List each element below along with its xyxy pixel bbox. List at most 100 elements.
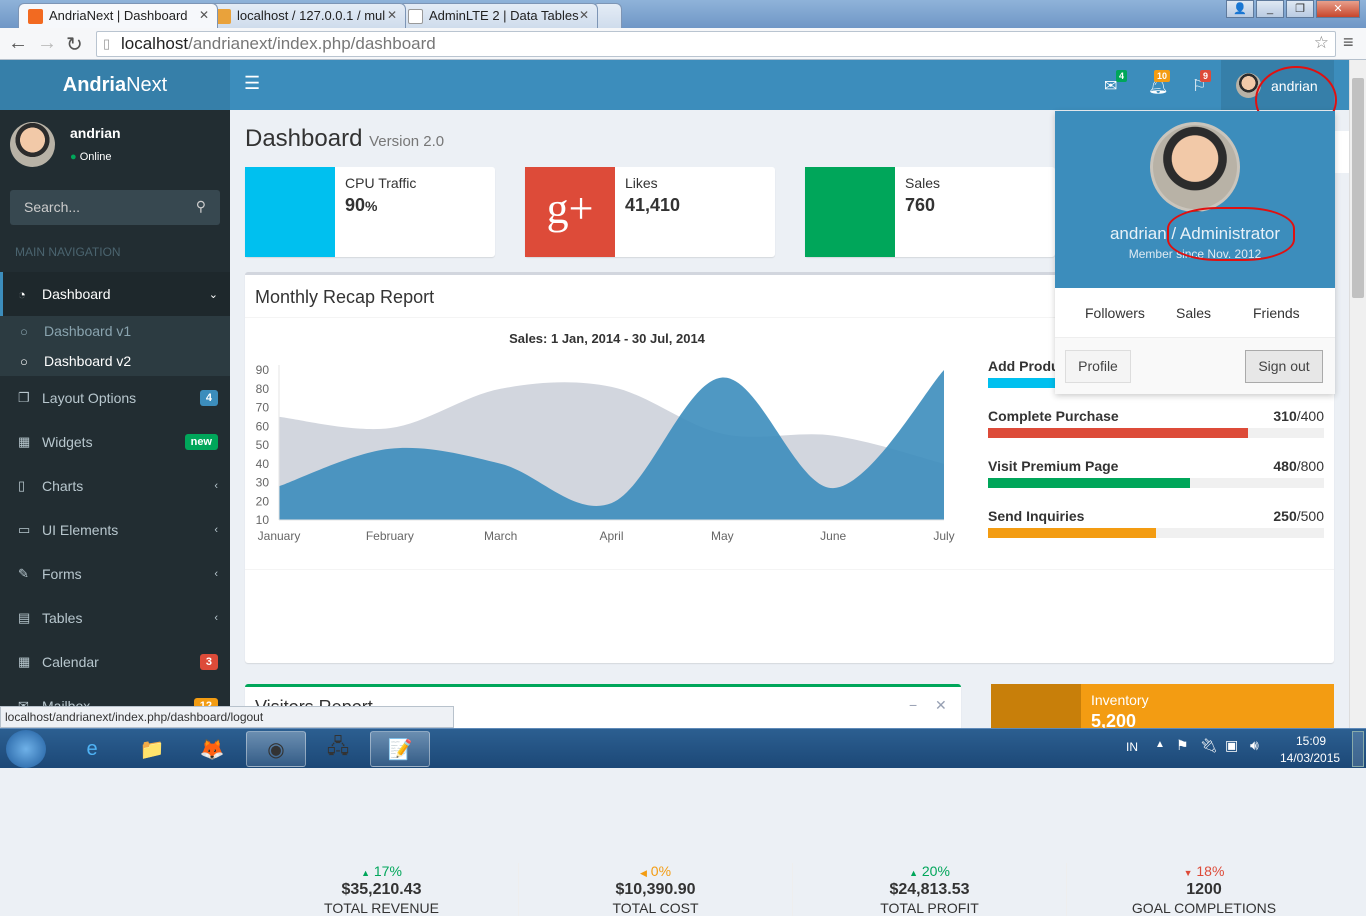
- tray-expand-icon[interactable]: ▲: [1155, 739, 1165, 750]
- maximize-button[interactable]: ❐: [1286, 0, 1314, 18]
- goal-progress: Visit Premium Page 480/800: [988, 458, 1324, 488]
- google-plus-icon: g+: [525, 167, 615, 257]
- box-title: Monthly Recap Report: [255, 287, 435, 307]
- sidebar-item-dashboard[interactable]: ◔ Dashboard ⌄: [0, 272, 230, 316]
- sidebar-item-dashboard-v2[interactable]: ○ Dashboard v2: [0, 346, 230, 376]
- start-button[interactable]: [6, 730, 46, 768]
- close-window-button[interactable]: ✕: [1316, 0, 1360, 18]
- followers-link[interactable]: Followers: [1085, 305, 1145, 321]
- user-menu-toggle[interactable]: andrian: [1221, 60, 1337, 134]
- sales-chart: Sales: 1 Jan, 2014 - 30 Jul, 2014 90 80 70 6…: [256, 331, 955, 543]
- windows-taskbar: e 📁 🦊 ◉ 🖧 📝 IN ▲ ⚑ 🔌︎ ▣ 🔊︎ 15:09 14/03/2…: [0, 728, 1366, 768]
- y-tick-label: 30: [256, 476, 270, 490]
- back-icon[interactable]: ←: [8, 32, 28, 55]
- gear-icon: [245, 167, 335, 257]
- clock-time[interactable]: 15:09: [1296, 734, 1326, 748]
- y-tick-label: 20: [256, 494, 270, 508]
- bell-icon[interactable]: 🔔︎ 10: [1148, 70, 1171, 96]
- caret-left-icon: ◀: [639, 868, 647, 878]
- sidebar-item-forms[interactable]: ✎ Forms ‹: [0, 552, 230, 596]
- goal-progress: Send Inquiries 250/500: [988, 508, 1324, 538]
- show-desktop-button[interactable]: [1352, 731, 1364, 767]
- menu-icon[interactable]: ≡: [1343, 32, 1354, 53]
- logo[interactable]: AndriaNext: [0, 60, 230, 110]
- page-scrollbar[interactable]: [1349, 60, 1366, 728]
- table-icon: ▤: [18, 610, 31, 625]
- user-avatar: [10, 122, 55, 167]
- file-explorer-icon[interactable]: 📁: [122, 731, 182, 767]
- y-tick-label: 80: [256, 382, 270, 396]
- close-tab-icon[interactable]: ✕: [387, 8, 397, 22]
- y-tick-label: 50: [256, 438, 270, 452]
- star-icon[interactable]: ☆: [1314, 33, 1329, 53]
- minimize-icon[interactable]: −: [909, 697, 917, 713]
- sidebar-item-widgets[interactable]: ▦ Widgets new: [0, 420, 230, 464]
- pie-chart-icon: ▯: [18, 478, 26, 493]
- user-icon[interactable]: 👤: [1226, 0, 1254, 18]
- clock-date[interactable]: 14/03/2015: [1280, 751, 1340, 765]
- network-disconnected-icon[interactable]: ▣: [1225, 737, 1238, 754]
- close-tab-icon[interactable]: ✕: [199, 8, 209, 22]
- sidebar-item-dashboard-v1[interactable]: ○ Dashboard v1: [0, 316, 230, 346]
- tab-datatables[interactable]: AdminLTE 2 | Data Tables ✕: [398, 3, 598, 28]
- sidebar-item-calendar[interactable]: ▦ Calendar 3: [0, 640, 230, 684]
- y-tick-label: 10: [256, 513, 270, 527]
- reload-icon[interactable]: ↻: [66, 32, 83, 57]
- sidebar-item-layout-options[interactable]: ❐ Layout Options 4: [0, 376, 230, 420]
- x-tick-label: July: [933, 529, 954, 543]
- chevron-left-icon: ‹: [214, 524, 218, 536]
- friends-link[interactable]: Friends: [1253, 305, 1300, 321]
- close-tab-icon[interactable]: ✕: [579, 8, 589, 22]
- y-tick-label: 70: [256, 401, 270, 415]
- caret-up-icon: ▲: [909, 868, 918, 878]
- chart-title: Sales: 1 Jan, 2014 - 30 Jul, 2014: [509, 331, 706, 346]
- x-tick-label: June: [820, 529, 846, 543]
- goal-progress: Complete Purchase 310/400: [988, 408, 1324, 438]
- sales-link[interactable]: Sales: [1176, 305, 1211, 321]
- user-header: andrian / Administrator Member since Nov…: [1055, 111, 1335, 288]
- network-app-icon[interactable]: 🖧: [308, 731, 368, 767]
- minimize-button[interactable]: _: [1256, 0, 1284, 18]
- laptop-icon: ▭: [18, 522, 31, 537]
- sidebar-item-tables[interactable]: ▤ Tables ‹: [0, 596, 230, 640]
- x-tick-label: May: [711, 529, 734, 543]
- page-icon: [408, 9, 423, 24]
- language-indicator[interactable]: IN: [1126, 740, 1138, 754]
- editor-app-icon[interactable]: 📝: [370, 731, 430, 767]
- chevron-left-icon: ‹: [214, 480, 218, 492]
- volume-icon[interactable]: 🔊︎: [1250, 737, 1259, 754]
- close-icon[interactable]: ✕: [935, 697, 947, 714]
- tab-phpmyadmin[interactable]: localhost / 127.0.0.1 / mul ✕: [206, 3, 406, 28]
- url-input[interactable]: ▯ localhost/andrianext/index.php/dashboar…: [96, 31, 1336, 57]
- sidebar-search-input[interactable]: Search... ⚲: [10, 190, 220, 225]
- sidebar-toggle-icon[interactable]: ☰: [244, 73, 260, 94]
- calendar-icon: ▦: [18, 654, 31, 669]
- status-bar-url: localhost/andrianext/index.php/dashboard…: [0, 706, 454, 728]
- progress-bar: [988, 478, 1190, 488]
- scrollbar-thumb[interactable]: [1352, 78, 1364, 298]
- flag-icon[interactable]: ⚐ 9: [1192, 70, 1212, 96]
- phpmyadmin-icon: [216, 9, 231, 24]
- sidebar-item-charts[interactable]: ▯ Charts ‹: [0, 464, 230, 508]
- forward-icon[interactable]: →: [37, 32, 57, 55]
- sidebar-item-ui-elements[interactable]: ▭ UI Elements ‹: [0, 508, 230, 552]
- status-dot-icon: ●: [70, 151, 77, 163]
- tab-andrianext[interactable]: AndriaNext | Dashboard ✕: [18, 3, 218, 28]
- y-tick-label: 90: [256, 363, 270, 377]
- x-tick-label: January: [258, 529, 301, 543]
- page-title: Dashboard Version 2.0: [245, 125, 445, 152]
- red-annotation-circle: [1167, 207, 1295, 261]
- power-icon[interactable]: 🔌︎: [1200, 737, 1218, 754]
- sign-out-button[interactable]: Sign out: [1245, 350, 1323, 383]
- firefox-icon[interactable]: 🦊: [182, 731, 242, 767]
- x-tick-label: March: [484, 529, 517, 543]
- action-center-flag-icon[interactable]: ⚑: [1176, 737, 1189, 754]
- messages-icon[interactable]: ✉ 4: [1104, 70, 1128, 96]
- internet-explorer-icon[interactable]: e: [62, 731, 122, 767]
- search-icon[interactable]: ⚲: [196, 198, 206, 215]
- xampp-icon: [28, 9, 43, 24]
- chrome-icon[interactable]: ◉: [246, 731, 306, 767]
- profile-button[interactable]: Profile: [1065, 350, 1131, 383]
- info-box-sales: Sales 760: [805, 167, 1055, 257]
- chevron-left-icon: ‹: [214, 568, 218, 580]
